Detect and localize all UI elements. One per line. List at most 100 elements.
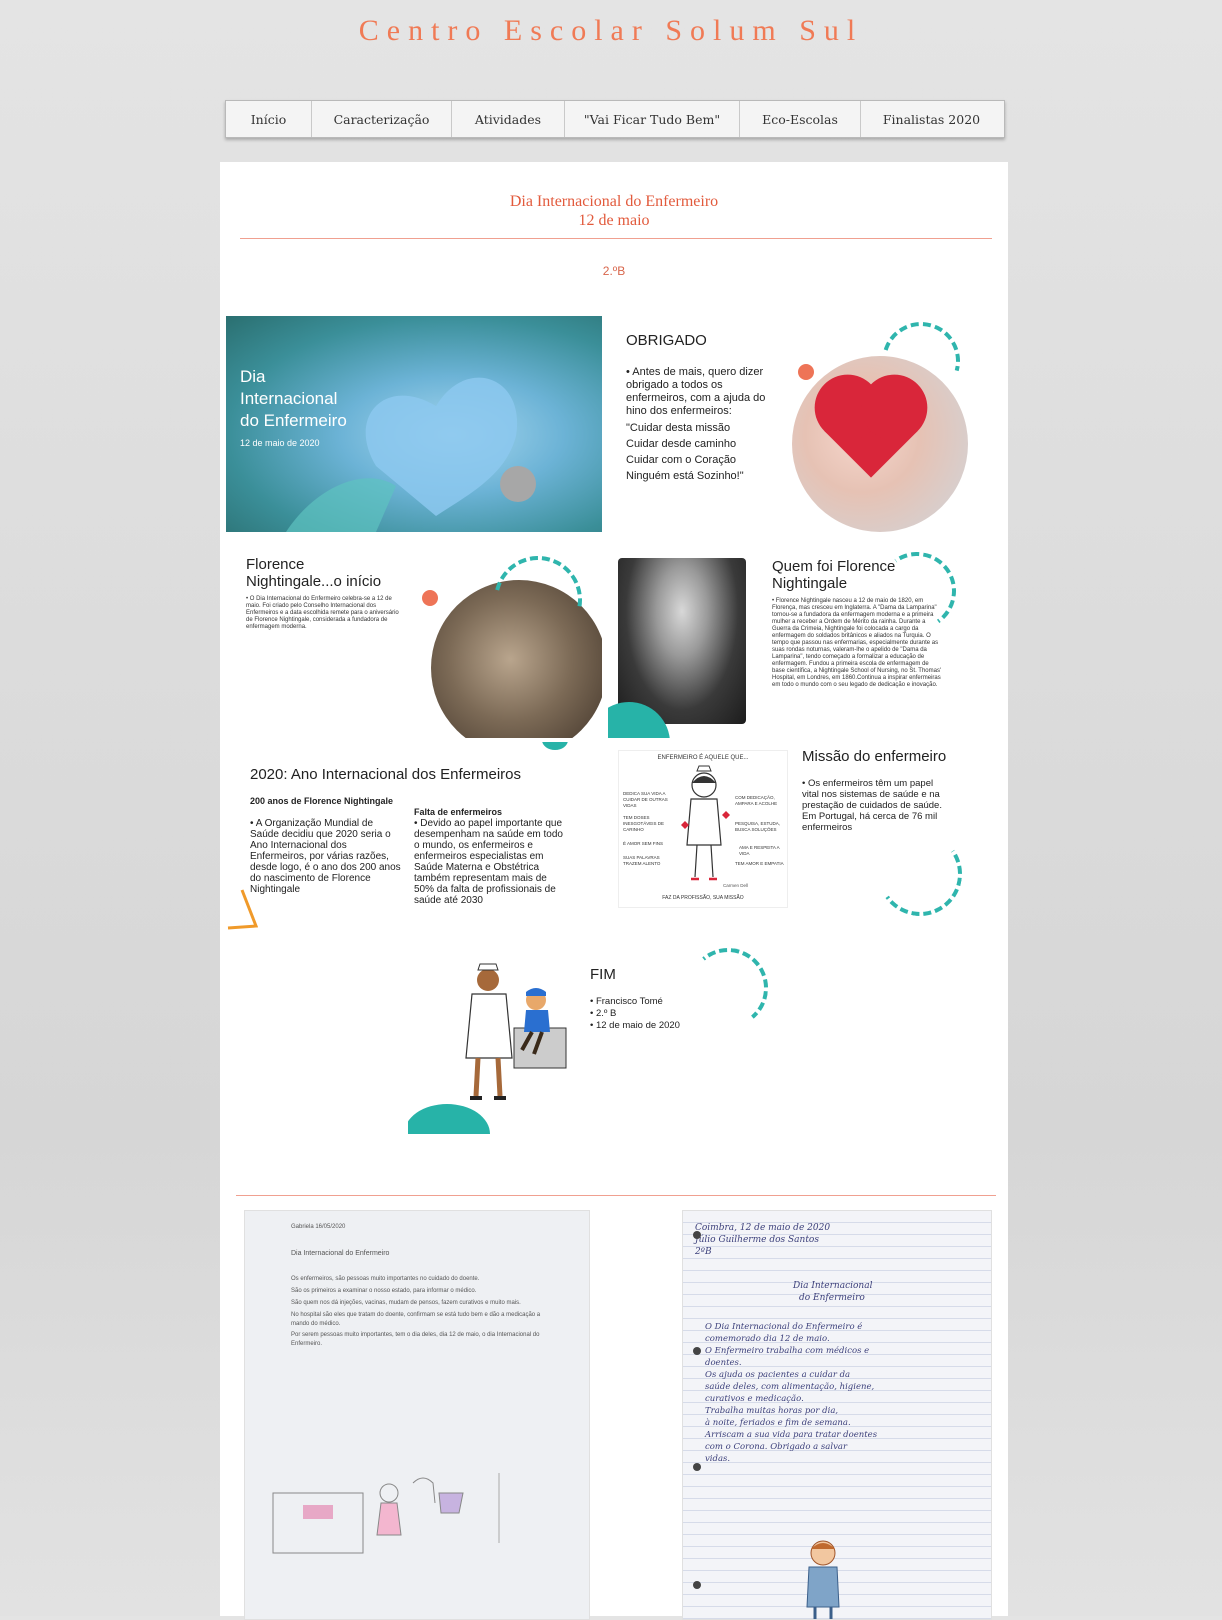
- handwritten-body-line-4: doentes.: [705, 1358, 742, 1368]
- content-panel: Dia Internacional do Enfermeiro 12 de ma…: [220, 162, 1008, 1620]
- handwritten-body-line-6: saúde deles, com alimentação, higiene,: [705, 1382, 875, 1392]
- binder-hole: [693, 1231, 701, 1239]
- typed-page-title: Dia Internacional do Enfermeiro: [291, 1250, 390, 1257]
- slide-missao[interactable]: ENFERMEIRO É AQUELE QUE... DEDICA SUA VI…: [608, 742, 986, 932]
- handwritten-body-line-11: com o Corona. Obrigado a salvar: [705, 1442, 848, 1452]
- obrigado-verse-4: Ninguém está Sozinho!": [626, 470, 744, 482]
- handwritten-body-line-2: comemorado dia 12 de maio.: [705, 1334, 830, 1344]
- decorative-dashed-arc: [871, 825, 969, 923]
- cartoon-header: ENFERMEIRO É AQUELE QUE...: [657, 755, 749, 761]
- quem-title-line1: Quem foi Florence: [772, 558, 896, 575]
- typed-page-header: Gabriela 16/05/2020: [291, 1224, 346, 1230]
- cartoon-signature: Carmen Dell: [723, 883, 749, 888]
- decorative-dot: [798, 364, 814, 380]
- inicio-title-line2: Nightingale...o início: [246, 573, 382, 590]
- student-page-handwritten[interactable]: Coimbra, 12 de maio de 2020 Júlio Guilhe…: [682, 1210, 992, 1620]
- ano-col1-heading: 200 anos de Florence Nightingale: [250, 796, 394, 806]
- handwritten-line-1: Coimbra, 12 de maio de 2020: [695, 1223, 831, 1233]
- decorative-dot: [422, 590, 438, 606]
- handwritten-line-3: 2ºB: [695, 1247, 712, 1257]
- cover-title-line1: Dia: [240, 367, 266, 386]
- heart-icon: [824, 384, 918, 478]
- cartoon-left-2: TEM DOSES INESGOTÁVEIS DE CARINHO: [623, 815, 665, 832]
- obrigado-verse-1: "Cuidar desta missão: [626, 422, 731, 434]
- nav-item-vai-ficar-tudo-bem[interactable]: "Vai Ficar Tudo Bem": [565, 101, 740, 137]
- obrigado-verse-2: Cuidar desde caminho: [626, 438, 737, 450]
- florence-nightingale-portrait: [618, 558, 746, 724]
- handwritten-body-line-8: Trabalha muitas horas por dia,: [705, 1406, 839, 1416]
- fim-title: FIM: [590, 966, 616, 983]
- cover-date: 12 de maio de 2020: [240, 438, 320, 448]
- handwritten-body-line-9: à noite, feriados e fim de semana.: [705, 1418, 851, 1428]
- obrigado-bullet: • Antes de mais, quero dizer obrigado a …: [626, 366, 766, 417]
- nav-item-finalistas-2020[interactable]: Finalistas 2020: [861, 101, 1002, 137]
- post-title-line2: 12 de maio: [578, 212, 650, 229]
- nav-item-atividades[interactable]: Atividades: [452, 101, 565, 137]
- cartoon-right-2: PESQUISA, ESTUDA, BUSCA SOLUÇÕES: [735, 821, 781, 832]
- cartoon-left-4: SUAS PALAVRAS TRAZEM ALENTO: [623, 855, 661, 866]
- cartoon-right-4: TEM AMOR E EMPATIA: [735, 861, 784, 866]
- nurse-cartoon-infographic: ENFERMEIRO É AQUELE QUE... DEDICA SUA VI…: [618, 750, 788, 908]
- cover-title: Dia Internacional do Enfermeiro: [240, 366, 347, 432]
- quem-title: Quem foi Florence Nightingale: [772, 558, 895, 592]
- post-title: Dia Internacional do Enfermeiro 12 de ma…: [220, 192, 1008, 230]
- handwritten-body: O Dia Internacional do Enfermeiro é come…: [705, 1321, 985, 1465]
- slide-florence-inicio[interactable]: Florence Nightingale...o início • O Dia …: [226, 536, 602, 738]
- inicio-title-line1: Florence: [246, 556, 305, 573]
- cartoon-right-1: COM DEDICAÇÃO, AMPARA E ACOLHE: [735, 795, 778, 806]
- handwritten-title-1: Dia Internacional: [793, 1281, 873, 1291]
- cartoon-right-3: AMA E RESPEITA A VIDA: [739, 845, 780, 856]
- main-nav: Início Caracterização Atividades "Vai Fi…: [225, 100, 1005, 138]
- cartoon-left-3: É AMOR SEM FINS: [623, 841, 664, 846]
- typed-page-line-5: Por serem pessoas muito importantes, tem…: [291, 1332, 540, 1347]
- nurse-figure-illustration: [681, 765, 730, 881]
- obrigado-title: OBRIGADO: [626, 332, 707, 349]
- cover-title-line2: Internacional: [240, 389, 338, 408]
- binder-hole: [693, 1581, 701, 1589]
- decorative-teal-shape: [542, 742, 568, 750]
- slide-fim[interactable]: FIM • Francisco Tomé • 2.º B • 12 de mai…: [408, 938, 784, 1134]
- cover-title-line3: do Enfermeiro: [240, 411, 347, 430]
- handwritten-body-line-3: O Enfermeiro trabalha com médicos e: [705, 1346, 870, 1356]
- slide-obrigado[interactable]: OBRIGADO • Antes de mais, quero dizer ob…: [608, 314, 986, 532]
- handwritten-body-line-10: Arriscam a sua vida para tratar doentes: [705, 1430, 878, 1440]
- missao-text: • Os enfermeiros têm um papel vital nos …: [802, 778, 942, 833]
- binder-hole: [693, 1463, 701, 1471]
- inicio-text: • O Dia Internacional do Enfermeiro cele…: [246, 596, 399, 630]
- binder-hole: [693, 1347, 701, 1355]
- handwritten-body-line-12: vidas.: [705, 1454, 731, 1464]
- typed-page-line-3: São quem nos dá injeções, vacinas, mudam…: [291, 1300, 521, 1306]
- ano-col2-text: • Devido ao papel importante que desempe…: [414, 818, 563, 906]
- typed-page-line-1: Os enfermeiros, são pessoas muito import…: [291, 1276, 480, 1282]
- child-drawing-nurse: [806, 1540, 840, 1619]
- slide-ano-internacional[interactable]: 2020: Ano Internacional dos Enfermeiros …: [226, 742, 602, 932]
- ano-title: 2020: Ano Internacional dos Enfermeiros: [250, 766, 522, 783]
- decorative-triangle-icon: [227, 889, 258, 930]
- post-title-line1: Dia Internacional do Enfermeiro: [509, 193, 719, 210]
- nav-item-inicio[interactable]: Início: [226, 101, 312, 137]
- slide-cover[interactable]: Dia Internacional do Enfermeiro 12 de ma…: [226, 316, 602, 532]
- student-page-typed[interactable]: Gabriela 16/05/2020 Dia Internacional do…: [244, 1210, 590, 1620]
- gallery-divider: [236, 1195, 996, 1196]
- nav-item-caracterizacao[interactable]: Caracterização: [312, 101, 452, 137]
- handwritten-line-2: Júlio Guilherme dos Santos: [695, 1235, 819, 1245]
- nav-item-eco-escolas[interactable]: Eco-Escolas: [740, 101, 861, 137]
- inicio-title: Florence Nightingale...o início: [246, 556, 381, 590]
- cartoon-footer: FAZ DA PROFISSÃO, SUA MISSÃO: [662, 895, 744, 901]
- class-label: 2.ºB: [602, 264, 626, 278]
- handwritten-body-line-7: curativos e medicação.: [705, 1394, 804, 1404]
- handwritten-body-line-5: Os ajuda os pacientes a cuidar da: [705, 1370, 851, 1380]
- site-title[interactable]: Centro Escolar Solum Sul: [0, 14, 1222, 48]
- gloved-hands-heart-photo: Dia Internacional do Enfermeiro 12 de ma…: [226, 316, 602, 532]
- obrigado-verse-3: Cuidar com o Coração: [626, 454, 737, 466]
- nurse-with-child-illustration: [465, 963, 567, 1100]
- slide-quem-foi-florence[interactable]: Quem foi Florence Nightingale • Florence…: [608, 536, 986, 738]
- typed-page-line-4: No hospital são eles que tratam do doent…: [291, 1312, 541, 1327]
- obrigado-verses: "Cuidar desta missão Cuidar desde caminh…: [626, 420, 786, 484]
- ano-col1-text: • A Organização Mundial de Saúde decidiu…: [250, 818, 401, 895]
- decorative-teal-shape: [408, 1104, 490, 1134]
- typed-page-line-2: São os primeiros a examinar o nosso esta…: [291, 1288, 477, 1294]
- missao-title: Missão do enfermeiro: [802, 748, 947, 765]
- cartoon-left-1: DEDICA SUA VIDA A CUIDAR DE OUTRAS VIDAS: [623, 791, 668, 808]
- handwritten-body-line-1: O Dia Internacional do Enfermeiro é: [705, 1322, 863, 1332]
